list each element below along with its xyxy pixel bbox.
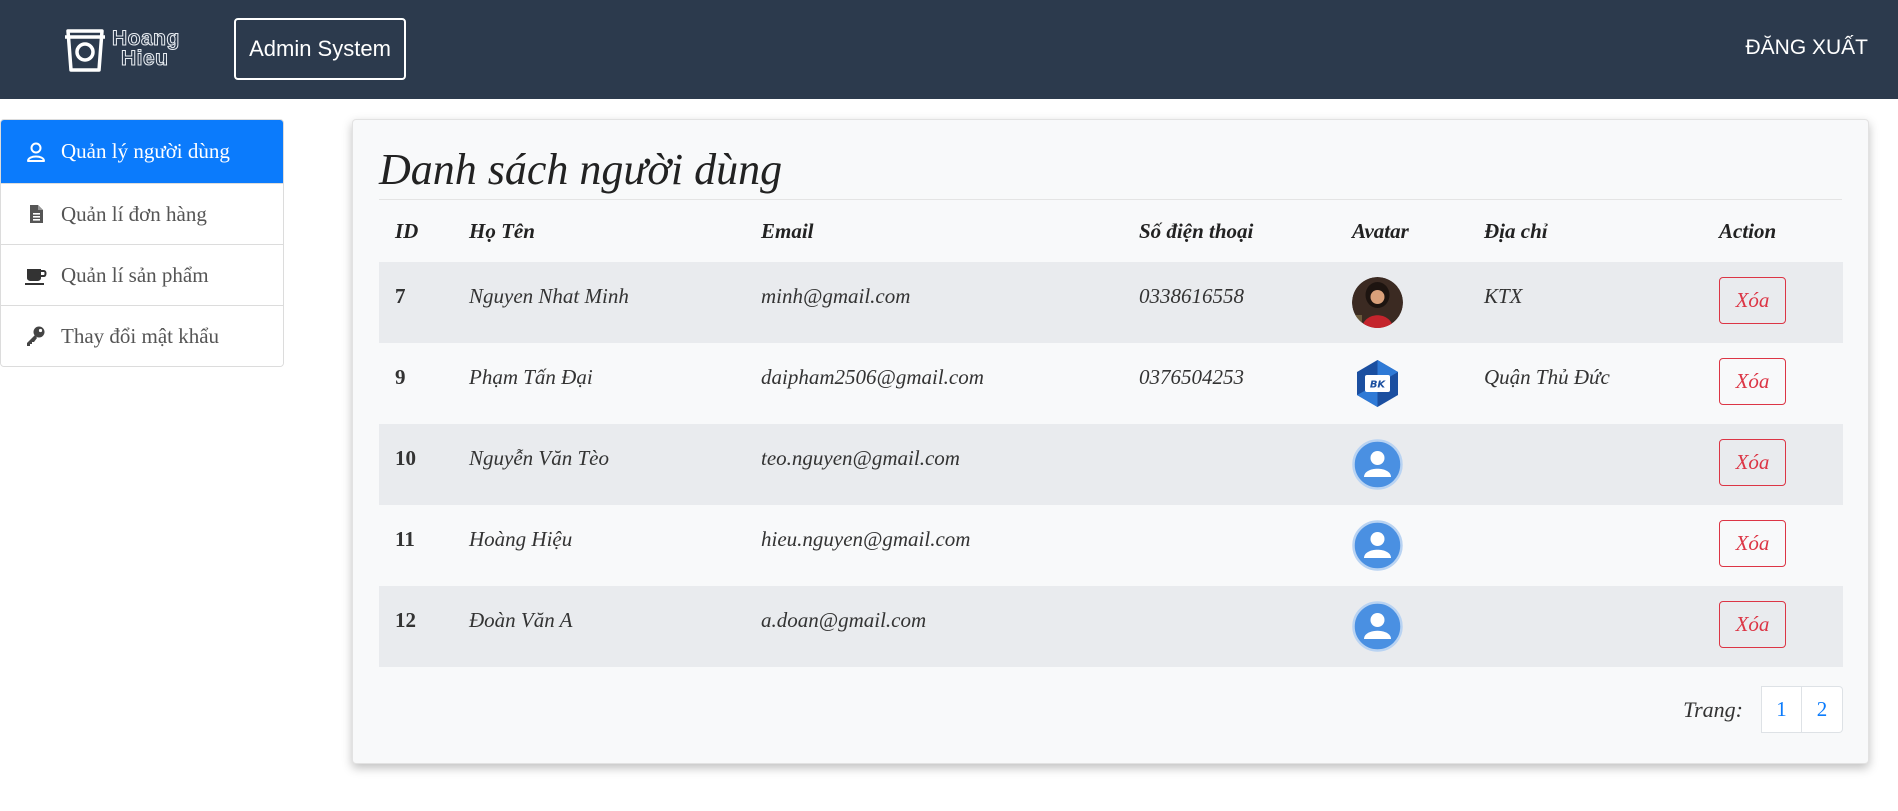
cell-id: 12 bbox=[395, 608, 416, 632]
sidebar-item-change-password[interactable]: Thay đổi mật khẩu bbox=[1, 305, 283, 366]
cell-id: 10 bbox=[395, 446, 416, 470]
cell-avatar bbox=[1336, 424, 1468, 505]
file-icon bbox=[25, 203, 47, 225]
default-avatar-icon bbox=[1352, 520, 1403, 571]
bk-logo-avatar: BK bbox=[1357, 360, 1398, 407]
cell-id: 11 bbox=[395, 527, 415, 551]
delete-button[interactable]: Xóa bbox=[1719, 358, 1786, 405]
sidebar: Quản lý người dùng Quản lí đơn hàng Quản… bbox=[0, 119, 284, 367]
table-header-row: ID Họ Tên Email Số điện thoại Avatar Địa… bbox=[379, 200, 1843, 262]
cell-phone bbox=[1123, 586, 1336, 667]
top-navbar: Hoang Hieu Admin System ĐĂNG XUẤT bbox=[0, 0, 1898, 99]
cell-address bbox=[1468, 586, 1703, 667]
cell-address bbox=[1468, 424, 1703, 505]
column-header-address: Địa chỉ bbox=[1484, 218, 1548, 243]
key-icon bbox=[25, 325, 47, 347]
cell-action: Xóa bbox=[1703, 343, 1843, 424]
sidebar-item-label: Quản lí sản phẩm bbox=[61, 262, 209, 287]
cell-email: a.doan@gmail.com bbox=[761, 608, 927, 632]
cell-address: KTX bbox=[1484, 284, 1523, 308]
cell-action: Xóa bbox=[1703, 586, 1843, 667]
column-header-email: Email bbox=[761, 218, 814, 243]
user-icon bbox=[25, 141, 47, 163]
cell-action: Xóa bbox=[1703, 505, 1843, 586]
column-header-name: Họ Tên bbox=[469, 218, 535, 243]
cell-address bbox=[1468, 505, 1703, 586]
user-table: ID Họ Tên Email Số điện thoại Avatar Địa… bbox=[379, 200, 1843, 667]
cell-action: Xóa bbox=[1703, 262, 1843, 343]
sidebar-item-label: Quản lí đơn hàng bbox=[61, 201, 207, 226]
delete-button[interactable]: Xóa bbox=[1719, 277, 1786, 324]
cell-phone: 0338616558 bbox=[1139, 284, 1244, 308]
coffee-cup-logo-icon bbox=[65, 29, 105, 72]
cell-name: Đoàn Văn A bbox=[469, 608, 573, 632]
default-avatar-icon bbox=[1352, 439, 1403, 490]
photo-avatar bbox=[1352, 277, 1403, 328]
table-row: 11 Hoàng Hiệu hieu.nguyen@gmail.com Xóa bbox=[379, 505, 1843, 586]
logo-text-line1: Hoang bbox=[112, 27, 180, 50]
cell-id: 9 bbox=[395, 365, 406, 389]
cell-id: 7 bbox=[395, 284, 406, 308]
cell-phone bbox=[1123, 505, 1336, 586]
coffee-cup-icon bbox=[25, 264, 47, 286]
sidebar-item-orders[interactable]: Quản lí đơn hàng bbox=[1, 183, 283, 244]
table-row: 7 Nguyen Nhat Minh minh@gmail.com 033861… bbox=[379, 262, 1843, 343]
cell-avatar bbox=[1336, 505, 1468, 586]
cell-avatar: BK bbox=[1336, 343, 1468, 424]
sidebar-item-products[interactable]: Quản lí sản phẩm bbox=[1, 244, 283, 305]
logo-text-line2: Hieu bbox=[121, 47, 169, 70]
table-row: 10 Nguyễn Văn Tèo teo.nguyen@gmail.com X… bbox=[379, 424, 1843, 505]
table-row: 12 Đoàn Văn A a.doan@gmail.com Xóa bbox=[379, 586, 1843, 667]
logout-link[interactable]: ĐĂNG XUẤT bbox=[1745, 36, 1868, 60]
cell-name: Hoàng Hiệu bbox=[469, 527, 573, 551]
cell-phone bbox=[1123, 424, 1336, 505]
page-link-1[interactable]: 1 bbox=[1761, 686, 1802, 733]
sidebar-item-label: Quản lý người dùng bbox=[61, 139, 230, 163]
cell-name: Phạm Tấn Đại bbox=[469, 365, 593, 389]
user-list-card: Danh sách người dùng ID Họ Tên Email Số … bbox=[352, 119, 1869, 764]
logo[interactable]: Hoang Hieu bbox=[62, 24, 182, 74]
cell-email: daipham2506@gmail.com bbox=[761, 365, 984, 389]
delete-button[interactable]: Xóa bbox=[1719, 520, 1786, 567]
page-link-2[interactable]: 2 bbox=[1802, 686, 1843, 733]
cell-email: minh@gmail.com bbox=[761, 284, 911, 308]
cell-avatar bbox=[1336, 586, 1468, 667]
page-title: Danh sách người dùng bbox=[379, 145, 783, 194]
sidebar-item-label: Thay đổi mật khẩu bbox=[61, 323, 220, 348]
default-avatar-icon bbox=[1352, 601, 1403, 652]
delete-button[interactable]: Xóa bbox=[1719, 439, 1786, 486]
cell-email: teo.nguyen@gmail.com bbox=[761, 446, 960, 470]
cell-action: Xóa bbox=[1703, 424, 1843, 505]
logo-text: Hoang Hieu bbox=[112, 27, 180, 70]
cell-name: Nguyễn Văn Tèo bbox=[469, 446, 609, 470]
column-header-phone: Số điện thoại bbox=[1139, 218, 1254, 243]
cell-avatar bbox=[1336, 262, 1468, 343]
pagination: Trang: 1 2 bbox=[1683, 686, 1843, 733]
svg-text:BK: BK bbox=[1370, 380, 1387, 391]
column-header-action: Action bbox=[1719, 218, 1777, 243]
cell-name: Nguyen Nhat Minh bbox=[469, 284, 629, 308]
sidebar-item-users[interactable]: Quản lý người dùng bbox=[1, 120, 283, 183]
table-row: 9 Phạm Tấn Đại daipham2506@gmail.com 037… bbox=[379, 343, 1843, 424]
column-header-id: ID bbox=[395, 218, 419, 243]
column-header-avatar: Avatar bbox=[1352, 218, 1409, 243]
cell-email: hieu.nguyen@gmail.com bbox=[761, 527, 971, 551]
cell-address: Quận Thủ Đức bbox=[1484, 365, 1610, 389]
admin-system-button[interactable]: Admin System bbox=[234, 18, 406, 80]
cell-phone: 0376504253 bbox=[1139, 365, 1244, 389]
pagination-label: Trang: bbox=[1683, 696, 1743, 722]
delete-button[interactable]: Xóa bbox=[1719, 601, 1786, 648]
